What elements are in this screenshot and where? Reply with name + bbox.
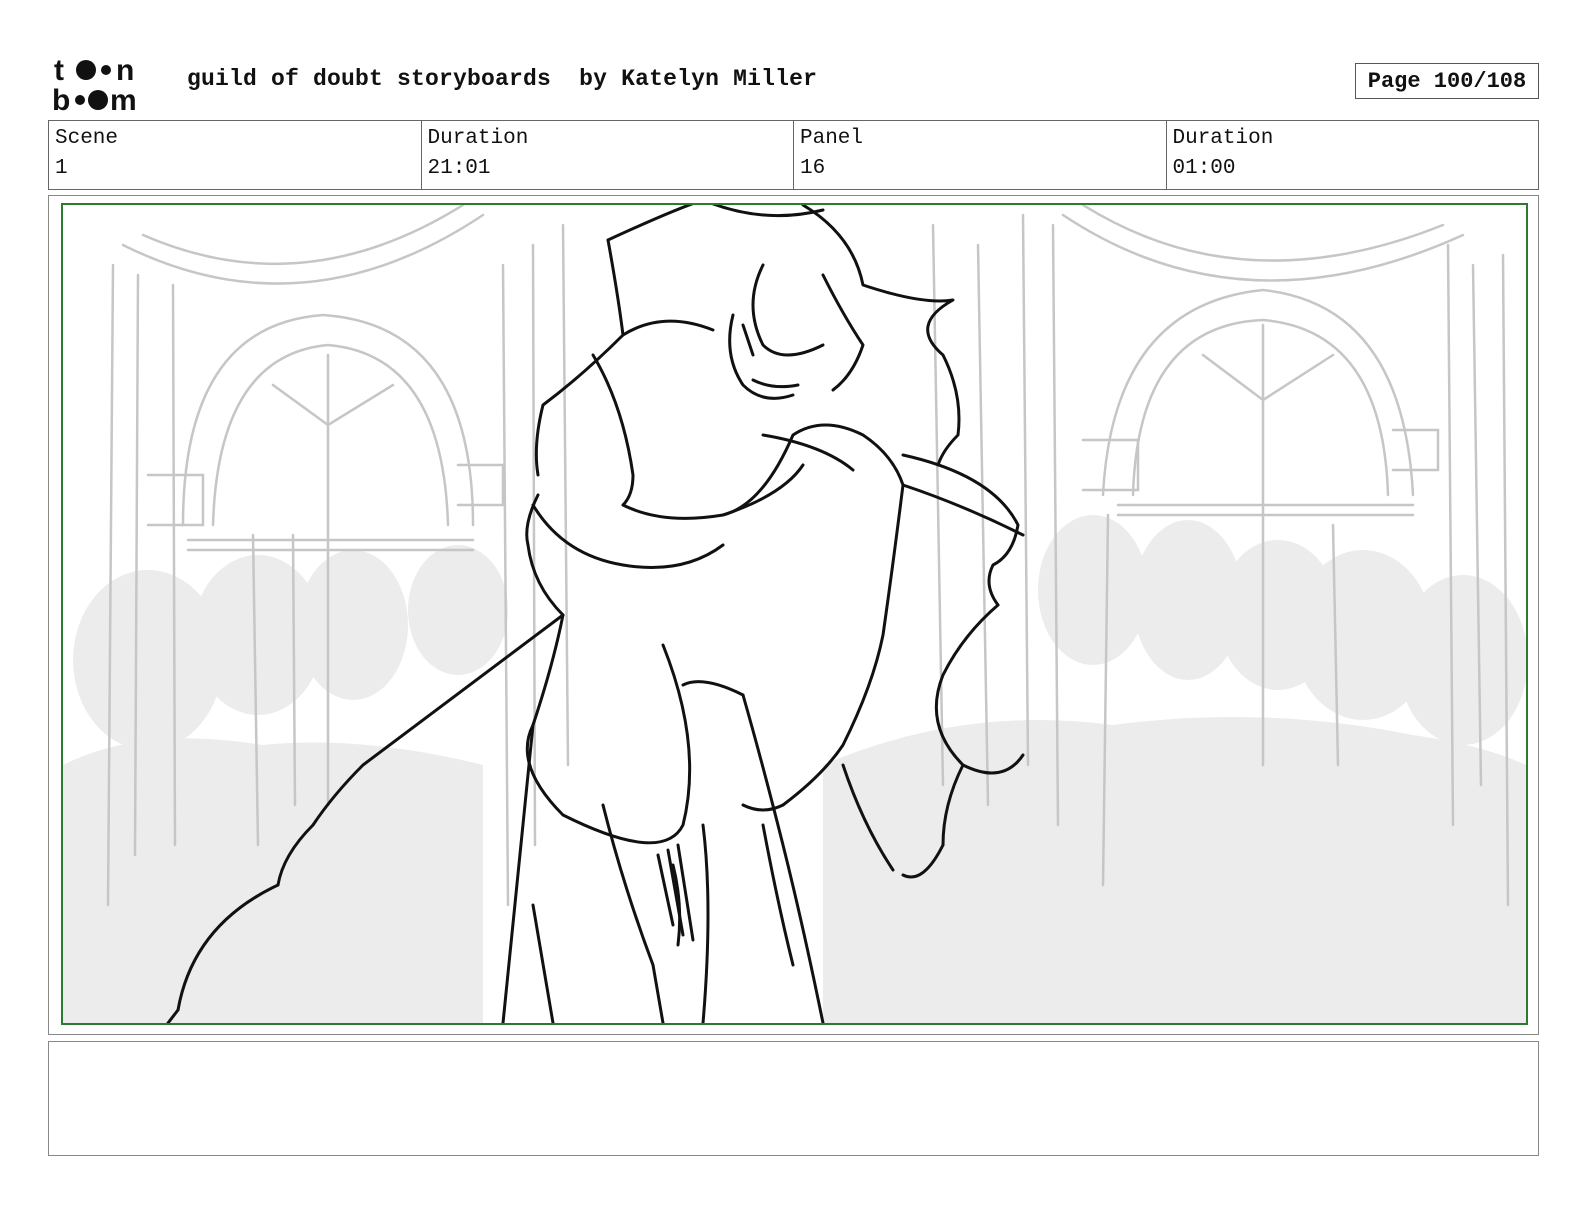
- document-title: guild of doubt storyboards by Katelyn Mi…: [187, 66, 818, 92]
- crowd-silhouettes: [63, 515, 1526, 1023]
- svg-text:m: m: [110, 84, 137, 112]
- svg-text:n: n: [116, 54, 134, 87]
- panel-duration-cell: Duration 01:00: [1167, 121, 1539, 189]
- toonboom-logo: t n b m: [52, 52, 164, 117]
- scene-value: 1: [55, 157, 68, 180]
- panel-frame: [48, 195, 1539, 1035]
- scene-label: Scene: [55, 127, 119, 150]
- panel-label: Panel: [800, 127, 864, 150]
- panel-drawing: [61, 203, 1528, 1025]
- svg-text:b: b: [52, 84, 70, 112]
- scene-duration-label: Duration: [427, 127, 529, 150]
- page-indicator: Page 100/108: [1355, 63, 1539, 99]
- scene-cell: Scene 1: [49, 121, 422, 189]
- scene-duration-cell: Duration 21:01: [422, 121, 794, 189]
- scene-info-table: Scene 1 Duration 21:01 Panel 16 Duration…: [48, 120, 1539, 190]
- storyboard-sketch: [63, 205, 1526, 1023]
- panel-notes: [48, 1041, 1539, 1156]
- panel-value: 16: [800, 157, 826, 180]
- scene-duration-value: 21:01: [427, 157, 491, 180]
- svg-text:t: t: [54, 54, 64, 87]
- panel-cell: Panel 16: [794, 121, 1167, 189]
- panel-duration-label: Duration: [1172, 127, 1274, 150]
- panel-duration-value: 01:00: [1172, 157, 1236, 180]
